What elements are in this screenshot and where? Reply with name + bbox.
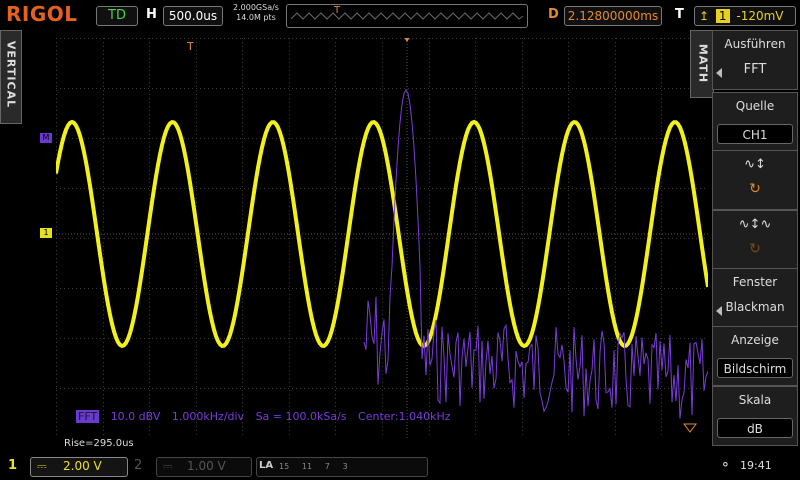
ch1-scale: 2.00 V bbox=[63, 459, 102, 473]
menu-scale-value: dB bbox=[717, 418, 793, 438]
offset-icon: ∿↕ bbox=[744, 157, 766, 172]
ch1-scale-box[interactable]: ⎓ 2.00 V bbox=[30, 457, 128, 477]
memory-depth: 14.0M pts bbox=[236, 13, 276, 22]
math-fft-trace bbox=[363, 88, 708, 419]
trigger-level-marker-icon bbox=[683, 423, 697, 433]
ch1-marker-label: 1 bbox=[43, 228, 49, 237]
ch1-number[interactable]: 1 bbox=[8, 458, 17, 473]
overview-waveform: T bbox=[290, 5, 524, 20]
dc-coupling-icon: ⎓ bbox=[37, 459, 47, 473]
menu-display-button[interactable]: Anzeige Bildschirm bbox=[712, 326, 798, 386]
menu-vertical-scale-button[interactable]: ∿↕∿ ↻ bbox=[712, 210, 798, 270]
menu-run-value: FFT bbox=[743, 62, 767, 77]
trigger-source: 1 bbox=[715, 9, 730, 23]
menu-source-button[interactable]: Quelle CH1 bbox=[712, 92, 798, 152]
timebase-value[interactable]: 500.0us bbox=[163, 6, 223, 26]
menu-scale-label: Skala bbox=[738, 393, 772, 407]
left-arrow-icon bbox=[716, 68, 722, 78]
trigger-setting[interactable]: ↥ 1 -120mV bbox=[694, 6, 796, 26]
waveform-display[interactable]: T bbox=[56, 38, 708, 438]
la-channels: 15 11 7 3 bbox=[279, 462, 348, 471]
clock: 19:41 bbox=[740, 459, 772, 472]
delay-label: D bbox=[548, 7, 559, 22]
menu-window-value: Blackman bbox=[725, 300, 785, 314]
mode-indicator[interactable]: TD bbox=[96, 6, 138, 26]
ch2-number[interactable]: 2 bbox=[134, 458, 142, 473]
trigger-time-marker-icon: T bbox=[186, 40, 194, 53]
horizontal-label: H bbox=[146, 7, 157, 22]
vertical-tab[interactable]: VERTICAL bbox=[0, 30, 22, 124]
menu-window-label: Fenster bbox=[732, 275, 778, 289]
fft-badge: FFT bbox=[76, 410, 100, 423]
menu-source-label: Quelle bbox=[735, 99, 775, 113]
fft-scale: 10.0 dBV bbox=[110, 410, 161, 423]
ch1-marker[interactable]: 1 bbox=[40, 228, 52, 238]
rise-measurement: Rise=295.0us bbox=[64, 438, 134, 449]
fft-sample-rate: Sa = 100.0kSa/s bbox=[255, 410, 347, 423]
delay-value[interactable]: 2.12800000ms bbox=[564, 6, 662, 26]
menu-display-value: Bildschirm bbox=[717, 358, 793, 378]
ch2-scale-box[interactable]: ⎓ 1.00 V bbox=[156, 457, 252, 477]
trigger-level: -120mV bbox=[736, 9, 784, 23]
left-arrow-icon bbox=[716, 306, 722, 316]
math-marker[interactable]: M bbox=[40, 133, 52, 143]
brand-logo: RIGOL bbox=[6, 2, 78, 26]
menu-scale-button[interactable]: Skala dB bbox=[712, 386, 798, 446]
trigger-edge-icon: ↥ bbox=[699, 9, 710, 23]
math-menu-tab[interactable]: MATH bbox=[690, 30, 714, 98]
sample-rate: 2.000GSa/s bbox=[233, 3, 279, 12]
fft-span: 1.000kHz/div bbox=[171, 410, 245, 423]
math-marker-label: M bbox=[42, 133, 50, 142]
menu-source-value: CH1 bbox=[717, 124, 793, 144]
scale-icon: ∿↕∿ bbox=[738, 217, 772, 232]
menu-run-button[interactable]: Ausführen FFT bbox=[712, 30, 798, 90]
acquisition-info: 2.000GSa/s 14.0M pts bbox=[228, 3, 284, 23]
fft-info-line: FFT 10.0 dBV 1.000kHz/div Sa = 100.0kSa/… bbox=[76, 410, 451, 423]
logic-analyzer-box[interactable]: LA 15 11 7 3 bbox=[256, 457, 428, 477]
menu-run-label: Ausführen bbox=[724, 37, 786, 51]
fft-center: Center:1.040kHz bbox=[358, 410, 451, 423]
vertical-tab-label: VERTICAL bbox=[4, 40, 18, 109]
menu-window-button[interactable]: Fenster Blackman bbox=[712, 268, 798, 328]
menu-display-label: Anzeige bbox=[731, 333, 779, 347]
rotate-knob-dim-icon: ↻ bbox=[749, 241, 761, 257]
rotate-knob-icon: ↻ bbox=[749, 181, 761, 197]
la-label: LA bbox=[259, 460, 274, 471]
math-menu-tab-label: MATH bbox=[696, 43, 710, 84]
dc-coupling-icon: ⎓ bbox=[163, 459, 173, 473]
memory-overview-strip: T bbox=[286, 4, 528, 28]
ch2-scale: 1.00 V bbox=[187, 459, 226, 473]
trigger-position-icon: T bbox=[333, 5, 341, 16]
graticule bbox=[56, 38, 708, 438]
usb-icon: ⚬ bbox=[720, 458, 731, 473]
menu-vertical-offset-button[interactable]: ∿↕ ↻ bbox=[712, 150, 798, 210]
trigger-label: T bbox=[675, 7, 684, 22]
